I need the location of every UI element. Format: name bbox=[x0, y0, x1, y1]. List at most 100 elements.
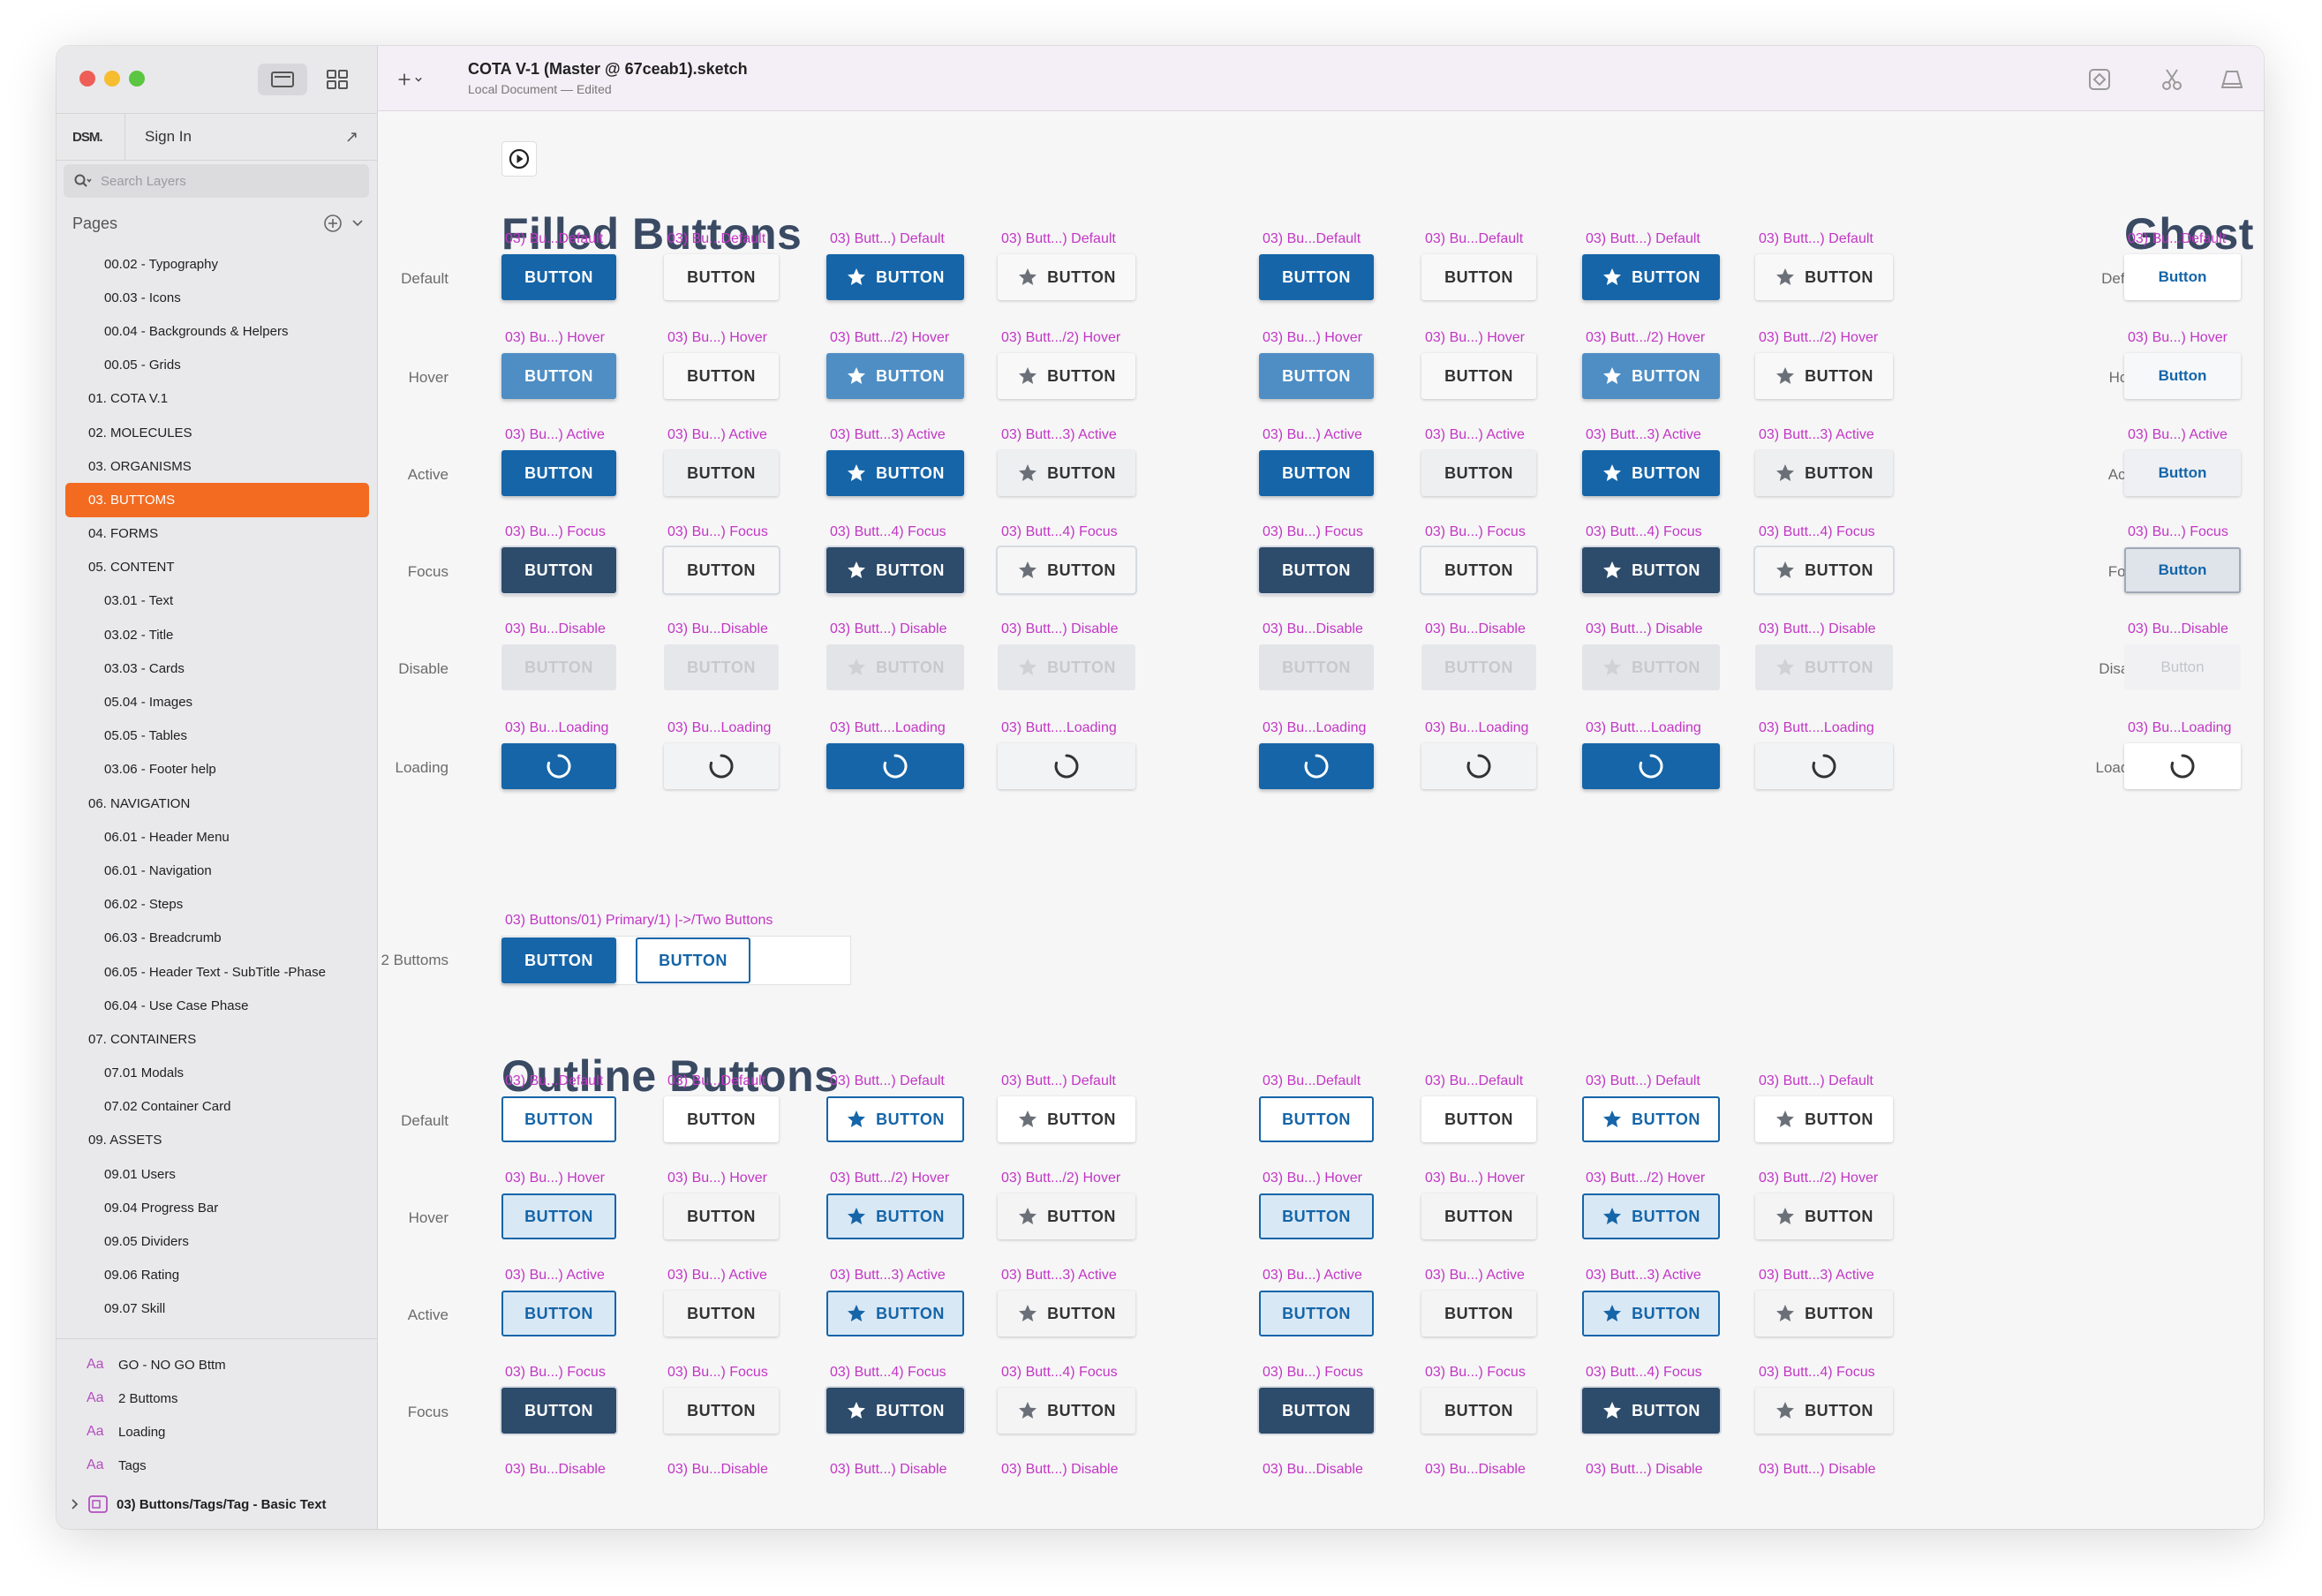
sample-button[interactable] bbox=[1259, 743, 1374, 789]
artboard-caption[interactable]: 03) Butt...4) Focus bbox=[1001, 524, 1118, 540]
sample-button[interactable]: BUTTON bbox=[1259, 547, 1374, 593]
sample-button[interactable]: BUTTON bbox=[826, 644, 964, 690]
artboard-caption[interactable]: 03) Butt...) Disable bbox=[1759, 621, 1876, 637]
artboard-caption[interactable]: 03) Butt.../2) Hover bbox=[1001, 1171, 1120, 1186]
artboard-caption[interactable]: 03) Butt.../2) Hover bbox=[830, 1171, 949, 1186]
artboard-caption[interactable]: 03) Bu...) Focus bbox=[1263, 524, 1363, 540]
artboard-caption[interactable]: 03) Butt...) Disable bbox=[1001, 621, 1119, 637]
artboard-caption[interactable]: 03) Butt...4) Focus bbox=[1001, 1365, 1118, 1381]
sample-button[interactable]: BUTTON bbox=[998, 547, 1135, 593]
artboard-caption[interactable]: 03) Bu...Default bbox=[667, 231, 765, 247]
artboard-caption[interactable]: 03) Bu...) Focus bbox=[1425, 1365, 1526, 1381]
sample-button[interactable]: BUTTON bbox=[664, 254, 779, 300]
layer-item[interactable]: 03) Buttons/Tags/Tag - Basic Text bbox=[57, 1487, 378, 1522]
artboard-caption[interactable]: 03) Butt...) Default bbox=[1586, 231, 1700, 247]
sample-button[interactable]: BUTTON bbox=[1582, 1096, 1720, 1142]
artboard-caption[interactable]: 03) Butt...3) Active bbox=[1001, 1268, 1117, 1284]
insert-button[interactable] bbox=[397, 65, 426, 94]
artboard-caption[interactable]: 03) Bu...Disable bbox=[2128, 621, 2228, 637]
tab-sign-in[interactable]: Sign In bbox=[125, 128, 345, 146]
sample-button[interactable] bbox=[2124, 743, 2241, 789]
maximize-window-button[interactable] bbox=[129, 71, 145, 87]
sample-button[interactable]: BUTTON bbox=[1259, 1193, 1374, 1239]
page-item[interactable]: 03.03 - Cards bbox=[57, 651, 378, 685]
artboard-caption[interactable]: 03) Butt...3) Active bbox=[1759, 427, 1874, 443]
sample-button[interactable]: BUTTON bbox=[501, 254, 616, 300]
artboard-caption[interactable]: 03) Butt...3) Active bbox=[1586, 1268, 1701, 1284]
artboard-caption[interactable]: 03) Butt...3) Active bbox=[1001, 427, 1117, 443]
page-item[interactable]: 06.05 - Header Text - SubTitle -Phase bbox=[57, 955, 378, 989]
sample-button[interactable]: BUTTON bbox=[501, 450, 616, 496]
artboard-caption[interactable]: 03) Bu...Default bbox=[505, 231, 603, 247]
page-item[interactable]: 09.05 Dividers bbox=[57, 1224, 378, 1258]
sample-button[interactable]: BUTTON bbox=[501, 937, 616, 983]
artboard-caption[interactable]: 03) Bu...Disable bbox=[667, 1462, 768, 1478]
artboard-caption[interactable]: 03) Bu...) Focus bbox=[505, 1365, 606, 1381]
page-item[interactable]: 07. CONTAINERS bbox=[57, 1022, 378, 1056]
page-item[interactable]: 05.04 - Images bbox=[57, 685, 378, 719]
artboard-caption[interactable]: 03) Bu...) Focus bbox=[2128, 524, 2228, 540]
artboard-caption[interactable]: 03) Bu...Disable bbox=[667, 621, 768, 637]
page-item[interactable]: 06.02 - Steps bbox=[57, 888, 378, 922]
text-style-item[interactable]: Aa 2 Buttoms bbox=[57, 1381, 378, 1415]
artboard-caption[interactable]: 03) Bu...) Hover bbox=[1263, 1171, 1362, 1186]
sample-button[interactable]: BUTTON bbox=[501, 547, 616, 593]
sample-button[interactable]: BUTTON bbox=[664, 1096, 779, 1142]
sample-button[interactable] bbox=[1582, 743, 1720, 789]
page-item[interactable]: 01. COTA V.1 bbox=[57, 382, 378, 416]
page-item[interactable]: 09.06 Rating bbox=[57, 1259, 378, 1292]
add-page-icon[interactable] bbox=[323, 214, 343, 233]
sample-button[interactable]: BUTTON bbox=[1421, 1096, 1536, 1142]
page-item[interactable]: 00.03 - Icons bbox=[57, 281, 378, 314]
artboard-caption[interactable]: 03) Bu...) Focus bbox=[505, 524, 606, 540]
artboard-caption[interactable]: 03) Bu...) Active bbox=[1425, 1268, 1525, 1284]
artboard-caption[interactable]: 03) Butt...) Disable bbox=[1586, 621, 1703, 637]
sample-button[interactable]: BUTTON bbox=[1259, 1388, 1374, 1434]
sample-button[interactable]: BUTTON bbox=[1421, 547, 1536, 593]
artboard-caption[interactable]: 03) Butt....Loading bbox=[1586, 720, 1701, 736]
artboard-caption[interactable]: 03) Bu...) Hover bbox=[505, 330, 605, 346]
artboard-caption[interactable]: 03) Bu...) Active bbox=[667, 427, 767, 443]
artboard-caption[interactable]: 03) Bu...Default bbox=[1425, 231, 1523, 247]
sample-button[interactable] bbox=[664, 743, 779, 789]
page-item[interactable]: 00.02 - Typography bbox=[57, 247, 378, 281]
sample-button[interactable]: BUTTON bbox=[664, 1193, 779, 1239]
artboard-caption[interactable]: 03) Butt.../2) Hover bbox=[1759, 1171, 1878, 1186]
search-input[interactable]: Search Layers bbox=[64, 164, 369, 198]
create-symbol-button[interactable] bbox=[2085, 65, 2114, 94]
artboard-caption[interactable]: 03) Butt...) Disable bbox=[1586, 1462, 1703, 1478]
artboard-caption[interactable]: 03) Bu...Loading bbox=[1425, 720, 1528, 736]
sample-button[interactable]: Button bbox=[2124, 644, 2241, 690]
artboard-caption[interactable]: 03) Butt...) Disable bbox=[830, 1462, 947, 1478]
artboard-caption[interactable]: 03) Bu...Loading bbox=[505, 720, 608, 736]
sample-button[interactable]: BUTTON bbox=[826, 1388, 964, 1434]
artboard-caption[interactable]: 03) Bu...) Focus bbox=[1425, 524, 1526, 540]
sample-button[interactable]: Button bbox=[2124, 547, 2241, 593]
artboard-caption[interactable]: 03) Bu...) Hover bbox=[1425, 1171, 1525, 1186]
sample-button[interactable]: BUTTON bbox=[1421, 353, 1536, 399]
sample-button[interactable] bbox=[1755, 743, 1893, 789]
artboard-caption[interactable]: 03) Butt...) Default bbox=[1001, 1073, 1116, 1089]
sample-button[interactable]: BUTTON bbox=[1582, 1291, 1720, 1336]
text-style-item[interactable]: Aa Loading bbox=[57, 1415, 378, 1449]
artboard-caption[interactable]: 03) Butt.../2) Hover bbox=[1586, 330, 1705, 346]
sample-button[interactable]: BUTTON bbox=[1582, 353, 1720, 399]
sample-button[interactable]: BUTTON bbox=[1421, 644, 1536, 690]
artboard-caption[interactable]: 03) Bu...) Active bbox=[505, 1268, 605, 1284]
sample-button[interactable]: BUTTON bbox=[1582, 644, 1720, 690]
page-item[interactable]: 06.04 - Use Case Phase bbox=[57, 989, 378, 1022]
sample-button[interactable]: BUTTON bbox=[1259, 254, 1374, 300]
sample-button[interactable]: BUTTON bbox=[501, 1193, 616, 1239]
artboard-caption[interactable]: 03) Bu...Disable bbox=[505, 1462, 606, 1478]
page-item[interactable]: 03.01 - Text bbox=[57, 584, 378, 618]
sample-button[interactable]: BUTTON bbox=[664, 1291, 779, 1336]
sample-button[interactable] bbox=[826, 743, 964, 789]
sample-button[interactable]: BUTTON bbox=[998, 450, 1135, 496]
tab-dsm[interactable]: DSM. bbox=[57, 113, 125, 161]
sample-button[interactable]: BUTTON bbox=[1421, 254, 1536, 300]
minimize-window-button[interactable] bbox=[104, 71, 120, 87]
artboard-caption[interactable]: 03) Bu...) Hover bbox=[1425, 330, 1525, 346]
components-view-button[interactable] bbox=[313, 64, 362, 95]
artboard-caption[interactable]: 03) Butt.../2) Hover bbox=[830, 330, 949, 346]
external-link-icon[interactable]: ↗ bbox=[345, 128, 378, 147]
